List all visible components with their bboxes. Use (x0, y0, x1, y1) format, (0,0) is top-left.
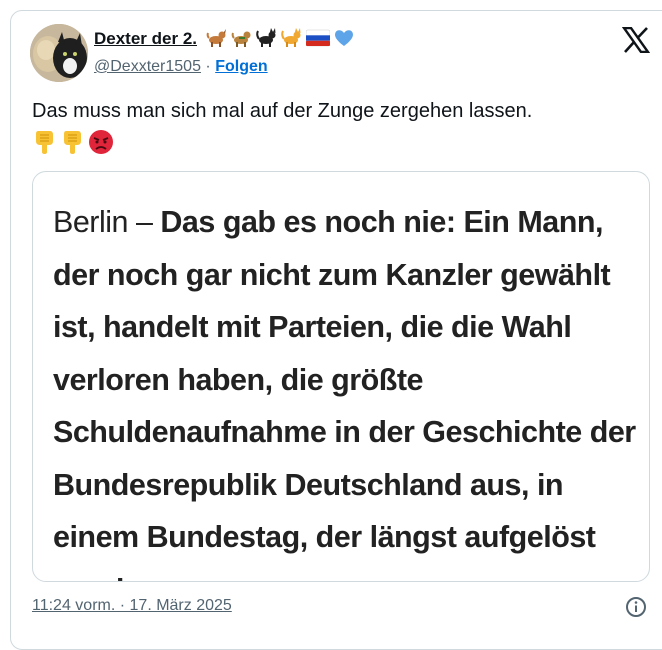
dog-icon (206, 29, 226, 47)
russian-flag-icon (306, 29, 330, 47)
article-place: Berlin – (53, 205, 153, 239)
separator: · (205, 58, 211, 75)
author-display-name[interactable]: Dexter der 2. (94, 29, 197, 49)
tweet-text: Das muss man sich mal auf der Zunge zerg… (32, 100, 533, 122)
info-icon[interactable] (625, 596, 647, 618)
author-handle[interactable]: @Dexxter1505 (94, 58, 201, 75)
x-logo-icon[interactable] (621, 26, 651, 54)
follow-button[interactable]: Folgen (215, 58, 267, 75)
tweet-emoji-row (32, 129, 114, 155)
article-body: Das gab es noch nie: Ein Mann, der noch … (53, 205, 636, 581)
black-cat-icon (256, 28, 276, 47)
blue-heart-icon (335, 30, 353, 46)
tweet-timestamp[interactable]: 11:24 vorm. · 17. März 2025 (32, 597, 232, 615)
article-text: Berlin – Das gab es noch nie: Ein Mann, … (53, 196, 643, 581)
author-handle-row: @Dexxter1505 · Folgen (94, 58, 268, 76)
name-emoji-row (206, 27, 355, 49)
angry-face-icon (89, 130, 113, 154)
pointing-down-icon (36, 131, 53, 154)
avatar[interactable] (30, 24, 88, 82)
article-screenshot-image[interactable]: Berlin – Das gab es noch nie: Ein Mann, … (32, 171, 650, 582)
cat-icon (281, 28, 301, 47)
pointing-down-icon (64, 131, 81, 154)
dog-icon (231, 31, 251, 47)
